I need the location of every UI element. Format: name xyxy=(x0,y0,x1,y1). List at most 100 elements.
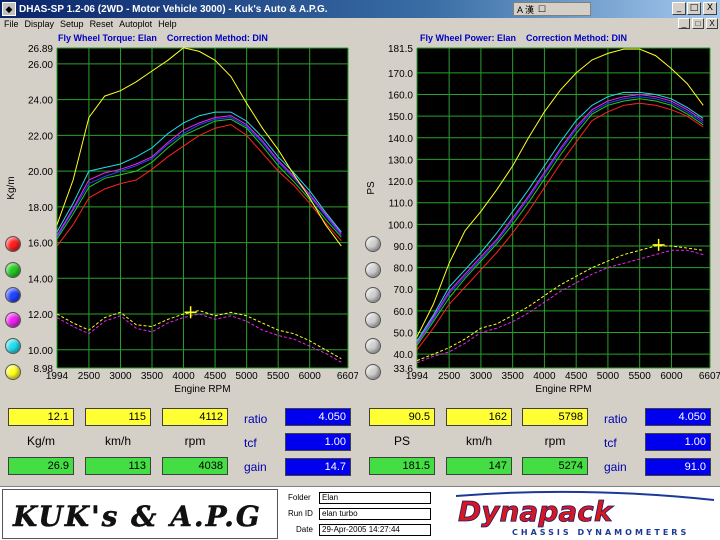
menu-help[interactable]: Help xyxy=(158,19,177,29)
torque-ytick-10: 8.98 xyxy=(34,364,54,375)
torque-xtick-4: 4000 xyxy=(172,371,195,382)
kuk-logo: KUK's & A.P.G xyxy=(2,489,278,539)
ime-indicator[interactable]: A 漢 ☐ xyxy=(513,2,591,16)
menu-bar: File Display Setup Reset Autoplot Help _… xyxy=(0,18,720,30)
date-field[interactable]: 29-Apr-2005 14:27:44 xyxy=(319,524,431,536)
power-run-4-toggle[interactable] xyxy=(365,312,381,328)
menu-reset[interactable]: Reset xyxy=(90,19,114,29)
power-run-5-toggle[interactable] xyxy=(365,338,381,354)
torque-ytick-1: 26.00 xyxy=(28,60,53,71)
power-xtick-2: 3000 xyxy=(470,371,493,382)
power-run-1-toggle[interactable] xyxy=(365,236,381,252)
power-xtick-9: 6607 xyxy=(699,371,720,382)
power-ytick-12: 60.0 xyxy=(394,307,414,318)
power-readout-panel: 90.5 162 5798 PS km/h rpm 181.5 147 5274… xyxy=(362,402,720,480)
torque-ylabel: Kg/m xyxy=(6,176,17,199)
app-icon[interactable]: ◆ xyxy=(2,2,16,16)
torque-chart[interactable]: 1994 2500 3000 3500 4000 4500 5000 5500 6000 6607… xyxy=(0,44,358,398)
power-ytick-11: 70.0 xyxy=(394,285,414,296)
power-ratio-label: ratio xyxy=(604,412,628,426)
torque-xtick-6: 5000 xyxy=(236,371,259,382)
power-chart[interactable]: 1994 2500 3000 3500 4000 4500 5000 5500 6000 6607… xyxy=(360,44,720,398)
folder-label: Folder xyxy=(288,493,311,502)
runid-label: Run ID xyxy=(288,509,313,518)
power-ytick-1: 170.0 xyxy=(388,69,413,80)
folder-field[interactable]: Elan xyxy=(319,492,431,504)
torque-cursor-value: 12.1 xyxy=(8,408,74,426)
power-xtick-4: 4000 xyxy=(533,371,556,382)
tcf-field[interactable]: 1.00 xyxy=(285,433,351,451)
torque-xtick-5: 4500 xyxy=(204,371,227,382)
power-ytick-3: 150.0 xyxy=(388,112,413,123)
menu-file[interactable]: File xyxy=(4,19,19,29)
run-4-toggle[interactable] xyxy=(5,312,21,328)
power-speed-unit: km/h xyxy=(465,434,492,448)
power-ytick-10: 80.0 xyxy=(394,264,414,275)
power-xtick-5: 4500 xyxy=(565,371,588,382)
date-label: Date xyxy=(296,525,313,534)
kuk-logo-text: KUK's & A.P.G xyxy=(12,500,262,533)
power-ytick-14: 40.0 xyxy=(394,350,414,361)
gain-field[interactable]: 14.7 xyxy=(285,458,351,476)
power-ytick-4: 140.0 xyxy=(388,134,413,145)
menu-display[interactable]: Display xyxy=(25,19,55,29)
close-button[interactable]: X xyxy=(703,2,717,15)
power-cursor-speed: 162 xyxy=(446,408,512,426)
torque-readout-panel: 12.1 115 4112 Kg/m km/h rpm 26.9 113 403… xyxy=(0,402,358,480)
power-xlabel: Engine RPM xyxy=(535,384,591,395)
torque-peak-value: 26.9 xyxy=(8,457,74,475)
power-ratio-field[interactable]: 4.050 xyxy=(645,408,711,426)
power-run-3-toggle[interactable] xyxy=(365,287,381,303)
power-xtick-3: 3500 xyxy=(502,371,525,382)
ratio-label: ratio xyxy=(244,412,268,426)
run-2-toggle[interactable] xyxy=(5,262,21,278)
torque-cursor-speed: 115 xyxy=(85,408,151,426)
dynapack-subtitle: CHASSIS DYNAMOMETERS xyxy=(512,528,689,537)
power-peak-rpm: 5274 xyxy=(522,457,588,475)
ime-icon: ☐ xyxy=(538,3,547,14)
run-3-toggle[interactable] xyxy=(5,287,21,303)
torque-unit: Kg/m xyxy=(26,434,55,448)
torque-ytick-3: 22.00 xyxy=(28,131,53,142)
torque-xtick-9: 6607 xyxy=(337,371,358,382)
menu-setup[interactable]: Setup xyxy=(60,19,84,29)
power-gain-label: gain xyxy=(604,460,627,474)
minimize-button[interactable]: _ xyxy=(672,2,686,15)
torque-plot-area xyxy=(57,48,348,368)
runid-field[interactable]: elan turbo xyxy=(319,508,431,520)
child-close-button[interactable]: X xyxy=(706,18,718,29)
child-minimize-button[interactable]: _ xyxy=(678,18,690,29)
power-cursor-rpm: 5798 xyxy=(522,408,588,426)
power-gain-field[interactable]: 91.0 xyxy=(645,458,711,476)
power-correction: Correction Method: DIN xyxy=(526,33,628,43)
ratio-field[interactable]: 4.050 xyxy=(285,408,351,426)
title-bar[interactable]: ◆ DHAS-SP 1.2-06 (2WD - Motor Vehicle 30… xyxy=(0,0,720,18)
power-xtick-6: 5000 xyxy=(597,371,620,382)
power-plot-area xyxy=(417,48,710,368)
torque-cursor-rpm: 4112 xyxy=(162,408,228,426)
power-run-2-toggle[interactable] xyxy=(365,262,381,278)
maximize-button[interactable]: □ xyxy=(687,2,701,15)
power-ytick-6: 120.0 xyxy=(388,177,413,188)
power-ytick-7: 110.0 xyxy=(389,199,414,210)
run-6-toggle[interactable] xyxy=(5,364,21,380)
run-5-toggle[interactable] xyxy=(5,338,21,354)
speed-unit: km/h xyxy=(104,434,131,448)
torque-ytick-6: 16.00 xyxy=(28,239,53,250)
ime-label: A 漢 xyxy=(517,4,535,15)
torque-ytick-7: 14.00 xyxy=(28,274,53,285)
power-tcf-field[interactable]: 1.00 xyxy=(645,433,711,451)
run-1-toggle[interactable] xyxy=(5,236,21,252)
power-cursor-value: 90.5 xyxy=(369,408,435,426)
torque-peak-rpm: 4038 xyxy=(162,457,228,475)
torque-title-text: Fly Wheel Torque: Elan xyxy=(58,33,157,43)
window-title: DHAS-SP 1.2-06 (2WD - Motor Vehicle 3000… xyxy=(19,3,328,15)
child-maximize-button[interactable]: □ xyxy=(692,18,704,29)
footer: KUK's & A.P.G Folder Run ID Date Elan el… xyxy=(0,486,720,540)
power-ytick-9: 90.0 xyxy=(394,242,414,253)
power-ytick-13: 50.0 xyxy=(394,329,414,340)
menu-autoplot[interactable]: Autoplot xyxy=(119,19,152,29)
torque-chart-title: Fly Wheel Torque: Elan Correction Method… xyxy=(58,33,268,43)
power-run-6-toggle[interactable] xyxy=(365,364,381,380)
power-peak-value: 181.5 xyxy=(369,457,435,475)
